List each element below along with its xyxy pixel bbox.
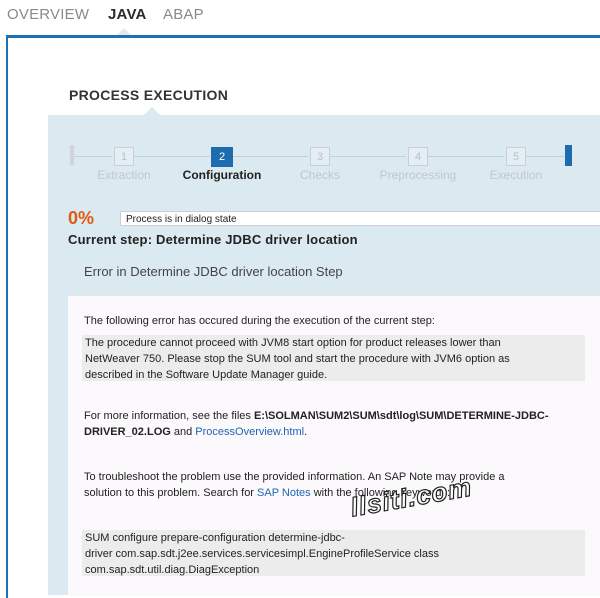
current-step-heading: Current step: Determine JDBC driver loca… bbox=[68, 232, 358, 247]
step-extraction-number[interactable]: 1 bbox=[114, 147, 134, 166]
error-step-title: Error in Determine JDBC driver location … bbox=[84, 264, 343, 279]
keywords-line: SUM configure prepare-configuration dete… bbox=[85, 532, 345, 544]
stepper-connector bbox=[232, 156, 308, 157]
tab-java[interactable]: JAVA bbox=[108, 6, 147, 23]
error-message-line: NetWeaver 750. Please stop the SUM tool … bbox=[85, 353, 510, 365]
and-text: and bbox=[170, 426, 196, 438]
log-file-path-cont[interactable]: DRIVER_02.LOG bbox=[84, 426, 171, 438]
error-intro-text: The following error has occured during t… bbox=[84, 315, 435, 327]
step-configuration-label: Configuration bbox=[182, 168, 262, 182]
step-execution-label: Execution bbox=[489, 168, 543, 182]
process-overview-link[interactable]: ProcessOverview.html bbox=[195, 426, 304, 438]
stepper-end-marker bbox=[565, 145, 572, 166]
more-info-text: For more information, see the files E:\S… bbox=[84, 408, 549, 440]
top-tab-bar: OVERVIEW JAVA ABAP bbox=[0, 0, 600, 35]
troubleshoot-prefix: solution to this problem. Search for bbox=[84, 487, 258, 499]
more-info-prefix: For more information, see the files bbox=[84, 410, 254, 422]
title-pointer bbox=[144, 107, 160, 115]
stepper-connector bbox=[526, 156, 566, 157]
log-file-path[interactable]: E:\SOLMAN\SUM2\SUM\sdt\log\SUM\DETERMINE… bbox=[254, 410, 549, 422]
error-message-line: The procedure cannot proceed with JVM8 s… bbox=[85, 337, 501, 349]
tab-overview[interactable]: OVERVIEW bbox=[7, 6, 89, 23]
step-preprocessing-label: Preprocessing bbox=[379, 168, 457, 182]
step-checks-number[interactable]: 3 bbox=[310, 147, 330, 166]
period-text: . bbox=[304, 426, 308, 438]
sap-notes-link[interactable]: SAP Notes bbox=[257, 487, 311, 499]
error-message-line: described in the Software Update Manager… bbox=[85, 369, 328, 381]
active-tab-indicator bbox=[117, 28, 131, 35]
stepper-connector bbox=[428, 156, 504, 157]
stepper-start-marker bbox=[70, 145, 74, 165]
stepper-connector bbox=[74, 156, 112, 157]
step-extraction-label: Extraction bbox=[97, 168, 151, 182]
progress-percent: 0% bbox=[68, 208, 95, 228]
step-configuration-number[interactable]: 2 bbox=[211, 147, 233, 167]
page-title: PROCESS EXECUTION bbox=[69, 87, 229, 103]
step-preprocessing-number[interactable]: 4 bbox=[408, 147, 428, 166]
keywords-box: SUM configure prepare-configuration dete… bbox=[82, 530, 585, 576]
stepper-connector bbox=[134, 156, 210, 157]
step-checks-label: Checks bbox=[299, 168, 340, 182]
tab-abap[interactable]: ABAP bbox=[163, 6, 204, 23]
stepper-connector bbox=[330, 156, 406, 157]
keywords-line: com.sap.sdt.util.diag.DiagException bbox=[85, 564, 260, 576]
process-status-field: Process is in dialog state bbox=[120, 211, 600, 226]
keywords-line: driver com.sap.sdt.j2ee.services.service… bbox=[85, 548, 439, 560]
step-execution-number[interactable]: 5 bbox=[506, 147, 526, 166]
error-message-box: The procedure cannot proceed with JVM8 s… bbox=[82, 335, 585, 381]
